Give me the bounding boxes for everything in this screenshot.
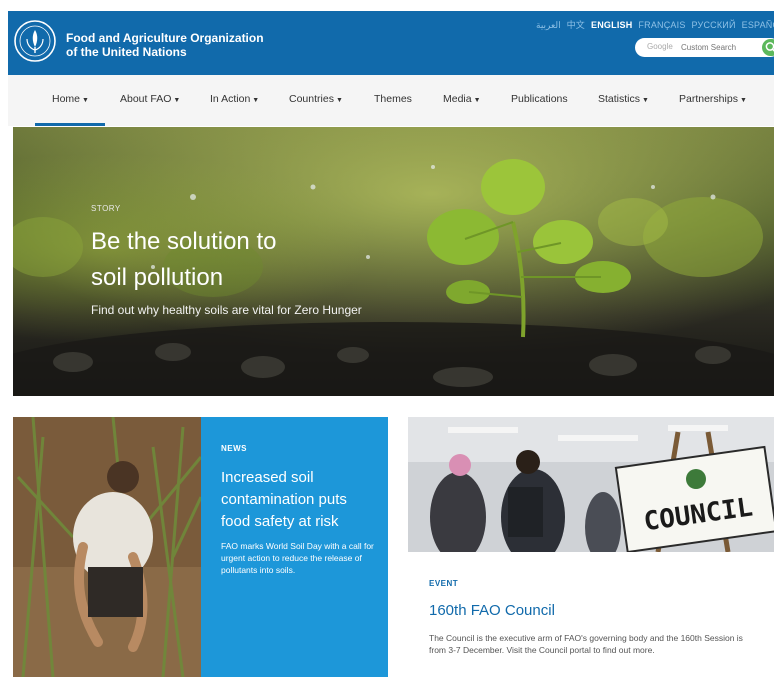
event-image[interactable]: COUNCIL [408,417,774,552]
lang-english[interactable]: ENGLISH [591,20,632,30]
nav-statistics-label: Statistics [598,93,641,105]
nav-in-action[interactable]: In Action ▼ [210,93,259,105]
nav-media[interactable]: Media ▼ [443,93,481,105]
fao-logo[interactable] [13,19,57,63]
hero-title[interactable]: Be the solution to soil pollution [91,224,351,296]
event-description: The Council is the executive arm of FAO'… [429,633,743,655]
search-button[interactable] [762,39,774,56]
hero-banner[interactable]: STORY Be the solution to soil pollution … [13,127,774,396]
nav-partnerships[interactable]: Partnerships ▼ [679,93,747,105]
nav-publications-label: Publications [511,93,568,105]
nav-active-indicator [35,123,105,126]
nav-home[interactable]: Home ▼ [52,93,89,105]
news-farmer-image [13,417,201,677]
nav-statistics[interactable]: Statistics ▼ [598,93,649,105]
caret-down-icon: ▼ [173,97,181,104]
org-name-line2: of the United Nations [66,45,187,59]
site-header: Food and Agriculture Organization of the… [8,11,774,75]
nav-home-label: Home [52,93,81,105]
news-description: FAO marks World Soil Day with a call for… [221,541,374,575]
lang-french[interactable]: FRANÇAIS [638,20,685,30]
news-kicker: NEWS [221,444,247,453]
nav-themes[interactable]: Themes [374,93,412,105]
event-card[interactable]: EVENT 160th FAO Council The Council is t… [408,552,774,677]
nav-publications[interactable]: Publications [511,93,568,105]
org-name-line1: Food and Agriculture Organization [66,31,264,45]
search-box: Google [635,38,774,57]
event-council-image: COUNCIL [408,417,774,552]
lang-arabic[interactable]: العربية [536,20,561,30]
nav-in-action-label: In Action [210,93,251,105]
nav-countries-label: Countries [289,93,334,105]
google-label: Google [647,42,673,51]
search-icon [765,42,774,52]
news-card[interactable]: NEWS Increased soil contamination puts f… [201,417,388,677]
caret-down-icon: ▼ [252,97,260,104]
search-input[interactable] [679,39,765,56]
hero-kicker: STORY [91,204,121,213]
news-image[interactable] [13,417,201,677]
news-title[interactable]: Increased soil contamination puts food s… [221,467,376,533]
language-switcher: العربية 中文 ENGLISH FRANÇAIS РУССКИЙ ESPAÑOL [530,18,774,31]
lang-chinese[interactable]: 中文 [567,20,585,30]
nav-media-label: Media [443,93,472,105]
lang-spanish[interactable]: ESPAÑOL [742,20,774,30]
nav-themes-label: Themes [374,93,412,105]
event-kicker: EVENT [429,579,459,588]
event-title[interactable]: 160th FAO Council [429,602,555,619]
nav-countries[interactable]: Countries ▼ [289,93,343,105]
caret-down-icon: ▼ [335,97,343,104]
caret-down-icon: ▼ [82,97,89,104]
main-nav: Home ▼ About FAO ▼ In Action ▼ Countries ▼ T… [8,75,774,126]
nav-about-fao[interactable]: About FAO ▼ [120,93,180,105]
hero-title-line1: Be the solution to [91,228,277,255]
caret-down-icon: ▼ [739,97,747,104]
hero-title-line2: soil pollution [91,264,224,291]
lang-russian[interactable]: РУССКИЙ [692,20,736,30]
caret-down-icon: ▼ [642,97,649,104]
hero-subtitle: Find out why healthy soils are vital for… [91,303,362,317]
nav-partnerships-label: Partnerships [679,93,738,105]
nav-about-label: About FAO [120,93,172,105]
caret-down-icon: ▼ [473,97,481,104]
organization-name[interactable]: Food and Agriculture Organization of the… [66,31,264,59]
